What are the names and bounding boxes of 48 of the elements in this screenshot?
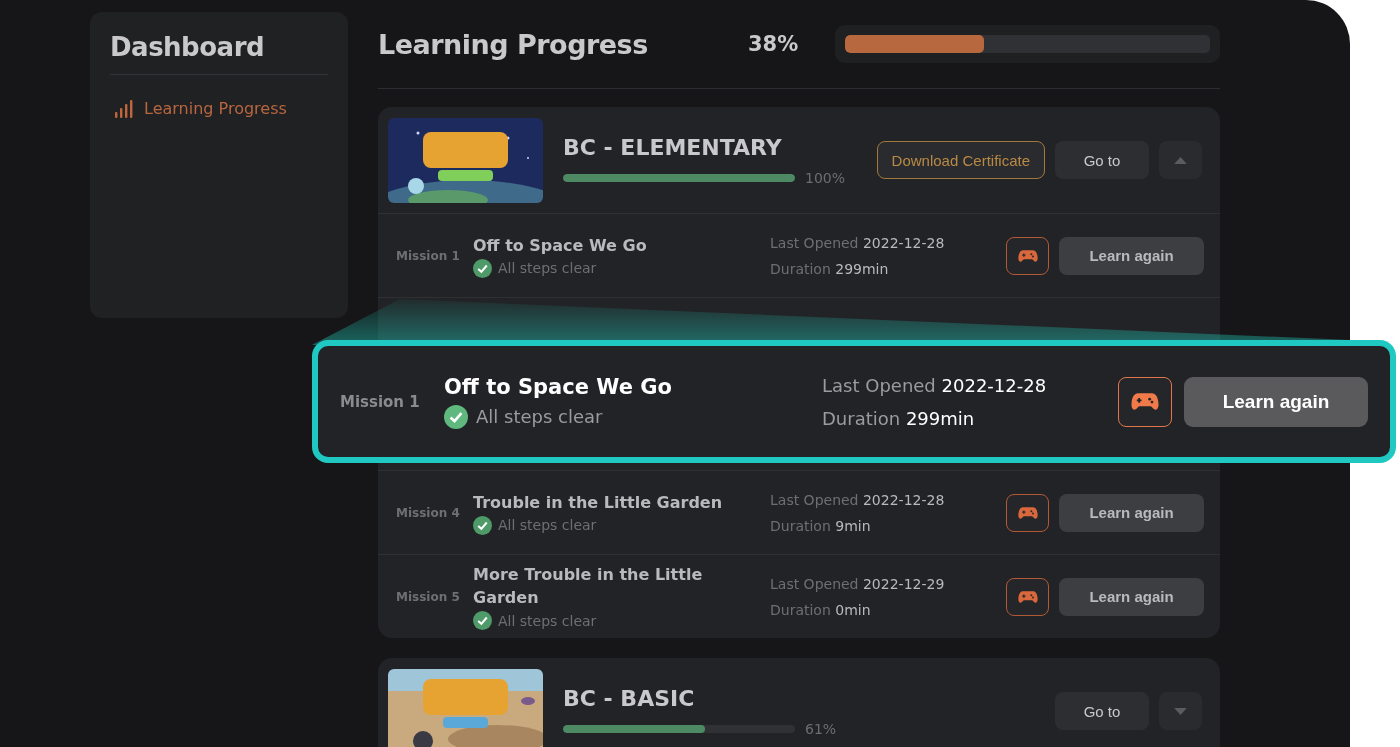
mission-label: Mission 1 (396, 248, 461, 263)
game-button[interactable] (1118, 376, 1172, 427)
mission-status: All steps clear (498, 612, 597, 629)
nav-item[interactable]: Learning Progress (110, 99, 328, 118)
learn-again-button[interactable]: Learn again (1059, 493, 1204, 532)
course-title: BC - ELEMENTARY (563, 134, 783, 160)
caret-icon (1173, 155, 1188, 165)
mission-title: Trouble in the Little Garden (473, 491, 724, 514)
mission-title: More Trouble in the Little Garden (473, 564, 704, 609)
sidebar-title: Dashboard (110, 32, 266, 62)
last-opened-text: Last Opened 2022-12-28 (770, 490, 946, 510)
overall-percent: 38% (748, 32, 800, 56)
mission-title: Off to Space We Go (473, 234, 648, 257)
mission-status: All steps clear (498, 260, 597, 276)
mission-label: Mission 4 (396, 505, 461, 520)
last-opened-text: Last Opened 2022-12-28 (770, 233, 946, 253)
gamepad-icon (1131, 392, 1159, 411)
learn-again-button[interactable]: Learn again (1059, 577, 1204, 616)
mission-status: All steps clear (476, 406, 603, 427)
mission-label: Mission 1 (340, 392, 421, 411)
duration-text: Duration 9min (770, 516, 872, 536)
go-to-button[interactable]: Go to (1055, 692, 1149, 730)
last-opened-text: Last Opened 2022-12-29 (770, 574, 946, 594)
collapse-toggle-button[interactable] (1159, 141, 1202, 179)
caret-icon (1173, 706, 1188, 716)
game-button[interactable] (1006, 236, 1049, 275)
gamepad-icon (1017, 505, 1038, 520)
duration-text: Duration 299min (822, 406, 976, 431)
learn-again-button[interactable]: Learn again (1059, 236, 1204, 275)
duration-text: Duration 299min (770, 259, 890, 279)
course-percent: 100% (805, 169, 846, 186)
page-title: Learning Progress (378, 28, 649, 60)
gamepad-icon (1017, 248, 1038, 263)
mission-label: Mission 5 (396, 589, 461, 604)
go-to-button[interactable]: Go to (1055, 141, 1149, 179)
mission-title: Off to Space We Go (444, 374, 673, 399)
gamepad-icon (1017, 589, 1038, 604)
course-percent: 61% (805, 720, 837, 737)
game-button[interactable] (1006, 493, 1049, 532)
course-title: BC - BASIC (563, 685, 696, 711)
download-certificate-button[interactable]: Download Certificate (876, 141, 1045, 179)
learn-again-button[interactable]: Learn again (1184, 376, 1368, 427)
duration-text: Duration 0min (770, 600, 872, 620)
last-opened-text: Last Opened 2022-12-28 (822, 373, 1048, 398)
game-button[interactable] (1006, 577, 1049, 616)
mission-status: All steps clear (498, 517, 597, 533)
collapse-toggle-button[interactable] (1159, 692, 1202, 730)
bar-chart-icon (114, 99, 134, 118)
